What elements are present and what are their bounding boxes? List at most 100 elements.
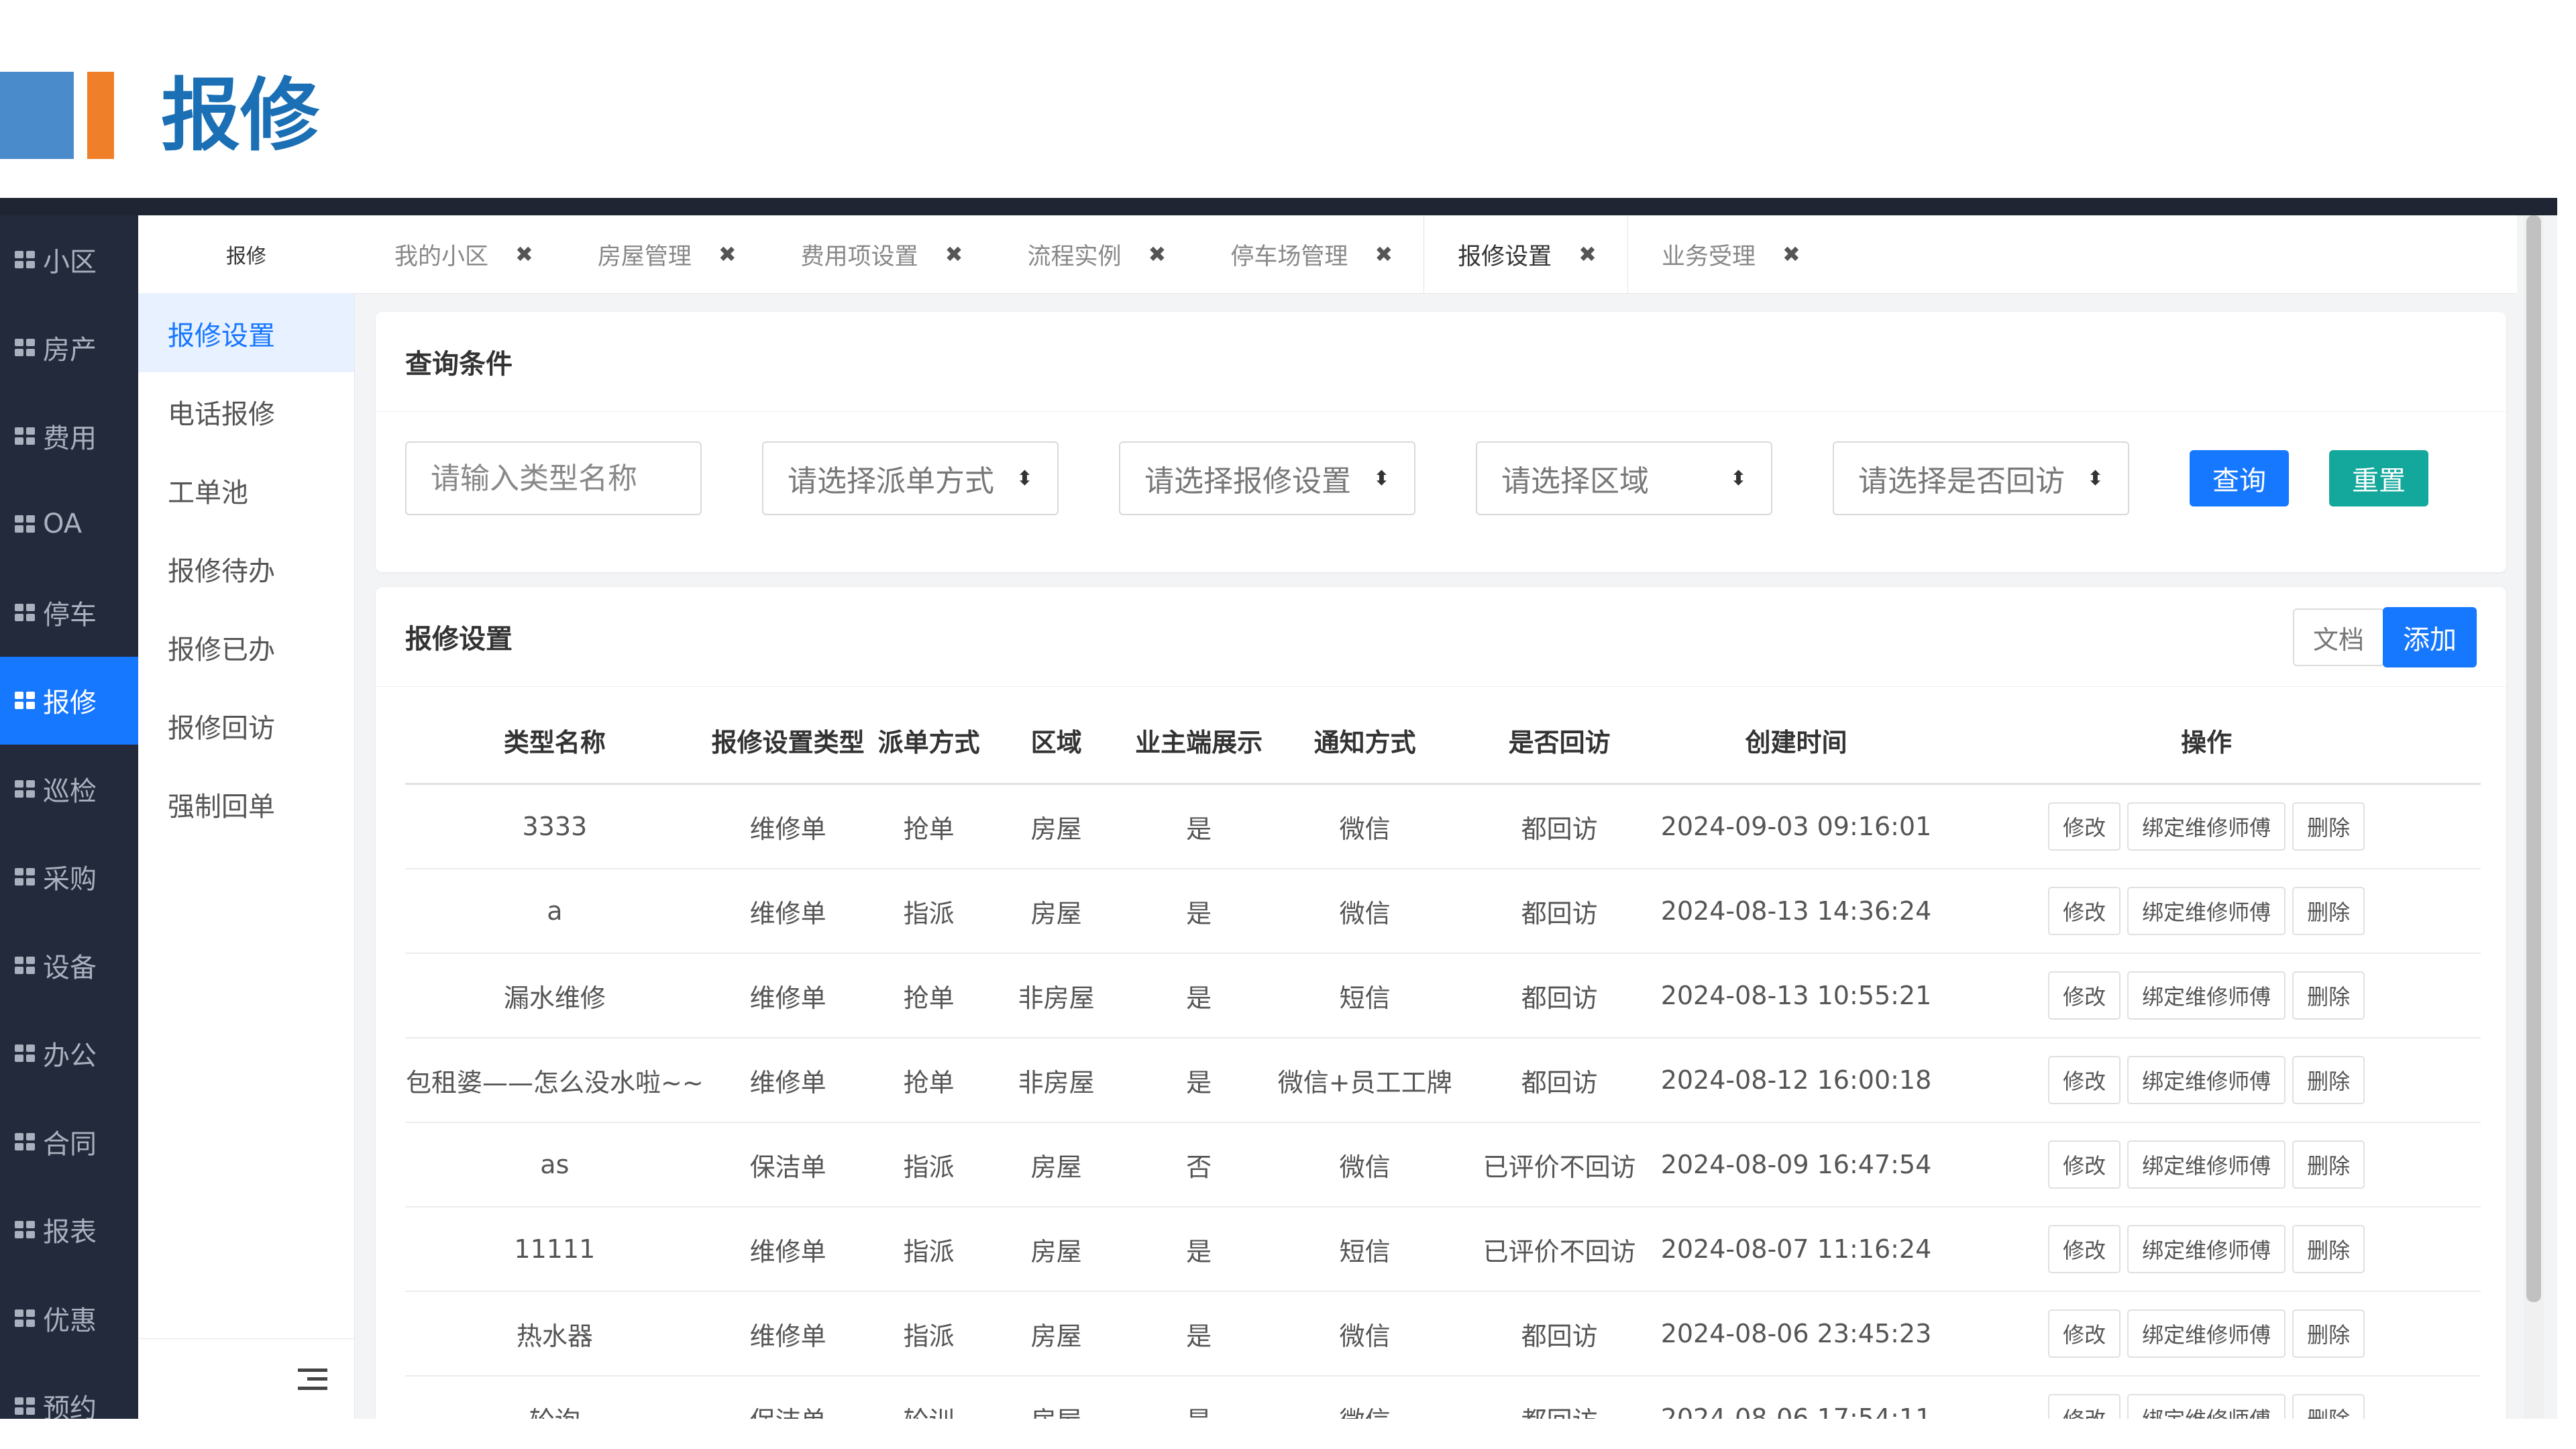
close-icon[interactable]: ✖ bbox=[1148, 241, 1167, 267]
sub-nav-item-1[interactable]: 电话报修 bbox=[138, 372, 354, 451]
filter-select-value: 请选择是否回访 bbox=[1858, 464, 2065, 498]
sub-nav-item-3[interactable]: 报修待办 bbox=[138, 529, 354, 608]
table-cell: 房屋 bbox=[985, 869, 1127, 954]
sub-nav-item-5[interactable]: 报修回访 bbox=[138, 686, 354, 765]
delete-button[interactable]: 删除 bbox=[2292, 1225, 2365, 1273]
tab-0[interactable]: 我的小区 ✖ bbox=[361, 215, 564, 293]
column-header: 区域 bbox=[985, 698, 1127, 785]
delete-button[interactable]: 删除 bbox=[2292, 1140, 2365, 1189]
sub-nav-item-6[interactable]: 强制回单 bbox=[138, 765, 354, 843]
tab-1[interactable]: 房屋管理 ✖ bbox=[564, 215, 767, 293]
edit-button[interactable]: 修改 bbox=[2048, 1394, 2121, 1419]
grid-icon bbox=[15, 868, 35, 886]
edit-button[interactable]: 修改 bbox=[2048, 1056, 2121, 1104]
close-icon[interactable]: ✖ bbox=[718, 241, 737, 267]
nav-item-6[interactable]: 巡检 bbox=[0, 745, 138, 833]
edit-button[interactable]: 修改 bbox=[2048, 971, 2121, 1020]
sub-nav-item-2[interactable]: 工单池 bbox=[138, 451, 354, 529]
bind-technician-button[interactable]: 绑定维修师傅 bbox=[2127, 1140, 2286, 1189]
delete-button[interactable]: 删除 bbox=[2292, 802, 2365, 851]
filter-select-3[interactable]: 请选择是否回访 ⬍ bbox=[1833, 441, 2129, 515]
edit-button[interactable]: 修改 bbox=[2048, 887, 2121, 935]
bind-technician-button[interactable]: 绑定维修师傅 bbox=[2127, 1309, 2286, 1358]
doc-button[interactable]: 文档 bbox=[2292, 608, 2384, 666]
nav-item-3[interactable]: OA bbox=[0, 480, 138, 569]
tab-4[interactable]: 停车场管理 ✖ bbox=[1197, 215, 1424, 293]
nav-item-1[interactable]: 房产 bbox=[0, 304, 138, 392]
filter-select-1[interactable]: 请选择报修设置 ⬍ bbox=[1119, 441, 1415, 515]
nav-item-2[interactable]: 费用 bbox=[0, 392, 138, 480]
close-icon[interactable]: ✖ bbox=[1782, 241, 1801, 267]
reset-button[interactable]: 重置 bbox=[2329, 450, 2428, 506]
tab-bar: 我的小区 ✖ 房屋管理 ✖ 费用项设置 ✖ 流程实例 ✖ 停车场管理 ✖ 报修设置 ✖ 业务受理 ✖ bbox=[354, 215, 2517, 294]
close-icon[interactable]: ✖ bbox=[945, 241, 963, 267]
bind-technician-button[interactable]: 绑定维修师傅 bbox=[2127, 887, 2286, 935]
close-icon[interactable]: ✖ bbox=[1375, 241, 1393, 267]
edit-button[interactable]: 修改 bbox=[2048, 1140, 2121, 1189]
sort-arrows-icon: ⬍ bbox=[1373, 466, 1390, 490]
edit-button[interactable]: 修改 bbox=[2048, 1225, 2121, 1273]
delete-button[interactable]: 删除 bbox=[2292, 971, 2365, 1020]
column-header: 创建时间 bbox=[1660, 698, 1933, 785]
add-button[interactable]: 添加 bbox=[2383, 607, 2477, 667]
actions-cell: 修改绑定维修师傅删除 bbox=[1932, 1376, 2481, 1419]
nav-item-7[interactable]: 采购 bbox=[0, 833, 138, 922]
tab-6[interactable]: 业务受理 ✖ bbox=[1628, 215, 1831, 293]
bind-technician-button[interactable]: 绑定维修师傅 bbox=[2127, 1394, 2286, 1419]
bind-technician-button[interactable]: 绑定维修师傅 bbox=[2127, 802, 2286, 851]
sub-nav-item-0[interactable]: 报修设置 bbox=[138, 294, 354, 372]
tab-label: 业务受理 bbox=[1661, 243, 1756, 270]
nav-item-label: 合同 bbox=[43, 1128, 97, 1160]
nav-item-8[interactable]: 设备 bbox=[0, 921, 138, 1010]
table-cell: 是 bbox=[1126, 869, 1271, 954]
nav-item-label: OA bbox=[43, 508, 83, 540]
nav-item-13[interactable]: 预约 bbox=[0, 1362, 138, 1419]
nav-item-4[interactable]: 停车 bbox=[0, 568, 138, 657]
grid-icon bbox=[15, 1132, 35, 1150]
column-header: 派单方式 bbox=[871, 698, 986, 785]
vertical-scrollbar[interactable] bbox=[2524, 215, 2544, 1419]
edit-button[interactable]: 修改 bbox=[2048, 802, 2121, 851]
nav-item-label: 办公 bbox=[43, 1040, 97, 1072]
list-panel-title: 报修设置 bbox=[376, 587, 2506, 687]
nav-item-0[interactable]: 小区 bbox=[0, 215, 138, 304]
table-cell: 是 bbox=[1126, 1376, 1271, 1419]
table-cell: 微信 bbox=[1271, 1376, 1459, 1419]
close-icon[interactable]: ✖ bbox=[515, 241, 533, 267]
actions-cell: 修改绑定维修师傅删除 bbox=[1932, 953, 2481, 1038]
bind-technician-button[interactable]: 绑定维修师傅 bbox=[2127, 1225, 2286, 1273]
sub-nav-item-4[interactable]: 报修已办 bbox=[138, 608, 354, 686]
sort-arrows-icon: ⬍ bbox=[1016, 466, 1033, 490]
delete-button[interactable]: 删除 bbox=[2292, 1309, 2365, 1358]
tab-5[interactable]: 报修设置 ✖ bbox=[1424, 215, 1628, 293]
close-icon[interactable]: ✖ bbox=[1578, 241, 1597, 267]
table-cell: 维修单 bbox=[704, 784, 872, 869]
nav-item-11[interactable]: 报表 bbox=[0, 1186, 138, 1275]
table-cell: 短信 bbox=[1271, 953, 1459, 1038]
search-button[interactable]: 查询 bbox=[2190, 450, 2289, 506]
repair-settings-table: 类型名称 报修设置类型 派单方式 区域 业主端展示 通知方式 是否回访 创建时间 操作 3333… bbox=[405, 698, 2481, 1419]
edit-button[interactable]: 修改 bbox=[2048, 1309, 2121, 1358]
filter-select-2[interactable]: 请选择区域 ⬍ bbox=[1476, 441, 1772, 515]
nav-item-label: 优惠 bbox=[43, 1305, 97, 1336]
nav-item-label: 报修 bbox=[43, 688, 97, 719]
scrollbar-thumb[interactable] bbox=[2526, 215, 2541, 1302]
nav-item-9[interactable]: 办公 bbox=[0, 1010, 138, 1098]
row-actions: 修改绑定维修师傅删除 bbox=[1933, 971, 2480, 1020]
collapse-menu-icon[interactable] bbox=[298, 1368, 327, 1390]
delete-button[interactable]: 删除 bbox=[2292, 1056, 2365, 1104]
grid-icon bbox=[15, 780, 35, 798]
bind-technician-button[interactable]: 绑定维修师傅 bbox=[2127, 971, 2286, 1020]
tab-3[interactable]: 流程实例 ✖ bbox=[994, 215, 1197, 293]
type-name-input[interactable] bbox=[405, 441, 702, 515]
actions-cell: 修改绑定维修师傅删除 bbox=[1932, 784, 2481, 869]
nav-item-10[interactable]: 合同 bbox=[0, 1097, 138, 1186]
nav-item-12[interactable]: 优惠 bbox=[0, 1274, 138, 1362]
tab-2[interactable]: 费用项设置 ✖ bbox=[767, 215, 994, 293]
delete-button[interactable]: 删除 bbox=[2292, 887, 2365, 935]
filter-select-0[interactable]: 请选择派单方式 ⬍ bbox=[762, 441, 1059, 515]
bind-technician-button[interactable]: 绑定维修师傅 bbox=[2127, 1056, 2286, 1104]
table-row: 包租婆——怎么没水啦~~ 维修单 抢单 非房屋是微信+员工工牌 都回访 2024-08-1… bbox=[405, 1038, 2481, 1123]
delete-button[interactable]: 删除 bbox=[2292, 1394, 2365, 1419]
nav-item-5[interactable]: 报修 bbox=[0, 656, 138, 745]
